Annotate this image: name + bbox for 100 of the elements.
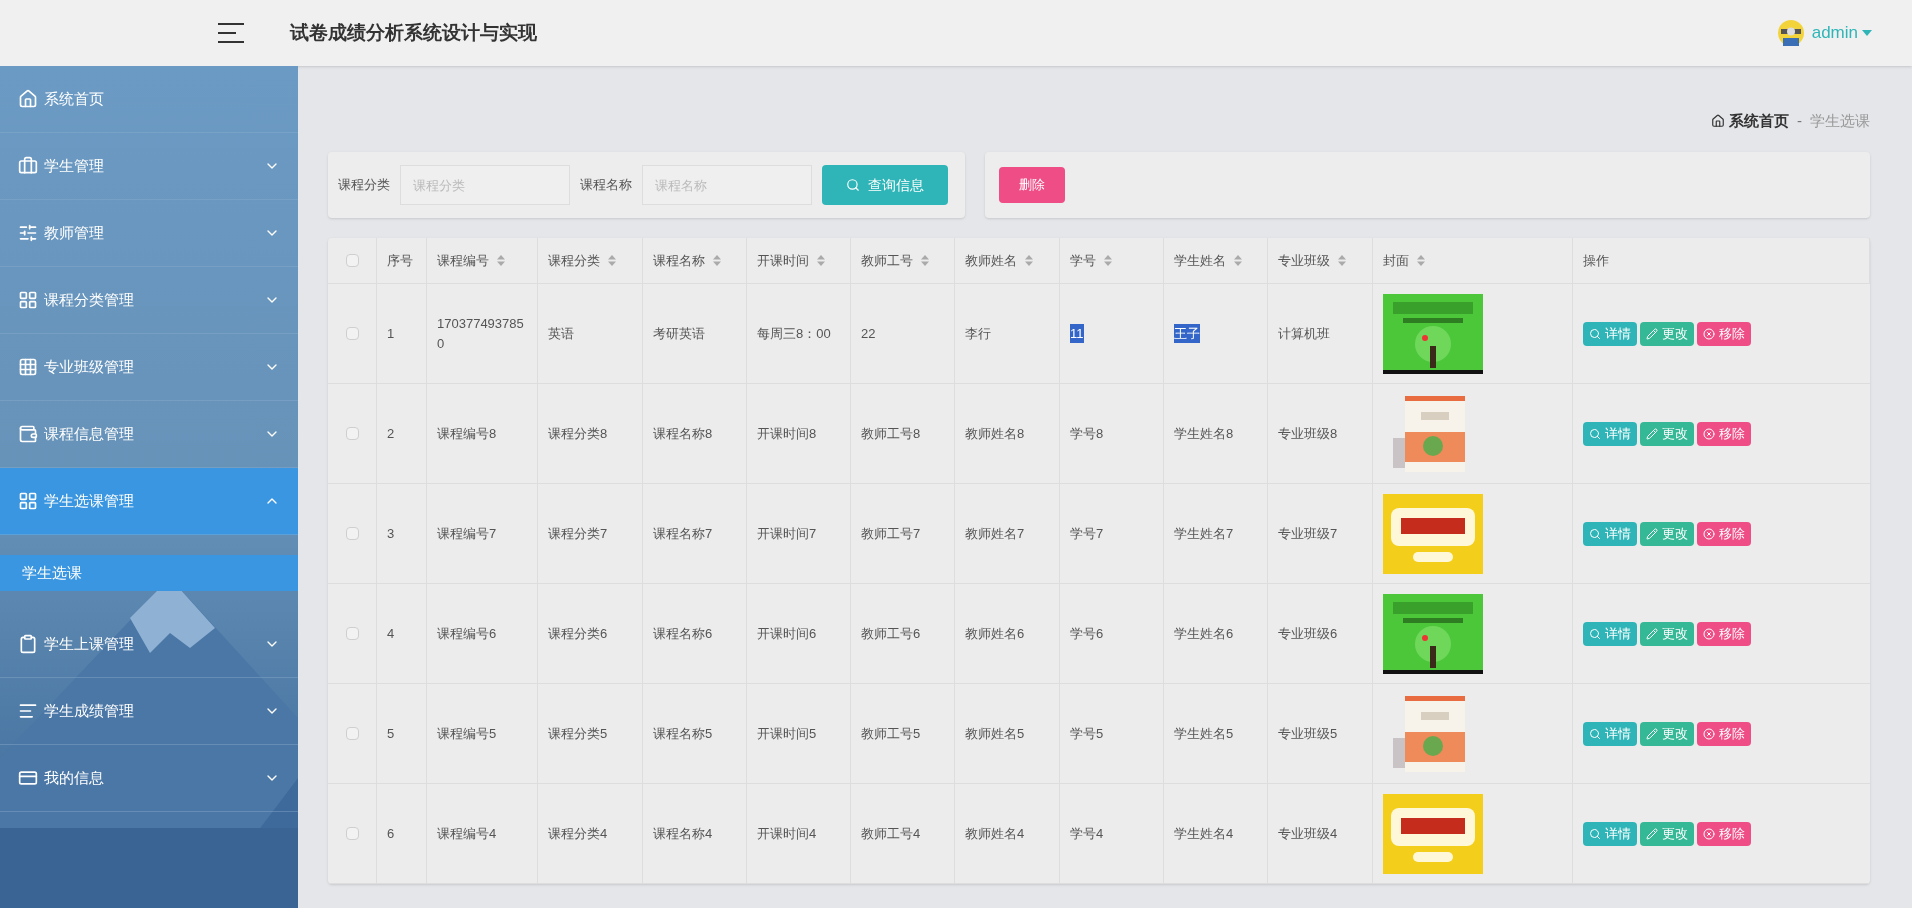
view-button[interactable]: 详情 bbox=[1583, 421, 1637, 446]
column-header[interactable]: 教师工号 bbox=[861, 250, 929, 271]
column-header: 操作 bbox=[1583, 251, 1609, 270]
column-header[interactable]: 开课时间 bbox=[757, 250, 825, 271]
pencil-icon bbox=[1646, 327, 1658, 340]
table-cell-text: 李行 bbox=[965, 324, 991, 343]
sidebar-item[interactable]: 学生管理 bbox=[0, 133, 298, 200]
table-cell-text: 考研英语 bbox=[653, 324, 705, 343]
search-icon bbox=[1589, 327, 1601, 340]
search-icon bbox=[1589, 627, 1601, 640]
table-cell-text: 学号8 bbox=[1070, 424, 1104, 443]
search-icon bbox=[1589, 727, 1601, 740]
close-circle-icon bbox=[1703, 327, 1715, 340]
table-cell-text: 专业班级4 bbox=[1278, 824, 1338, 843]
remove-button[interactable]: 移除 bbox=[1697, 721, 1751, 746]
briefcase-icon bbox=[18, 156, 38, 176]
table-cell-text: 课程编号6 bbox=[437, 624, 497, 643]
table-cell-text: 1703774937850 bbox=[437, 315, 525, 353]
view-button[interactable]: 详情 bbox=[1583, 621, 1637, 646]
table-cell-text: 开课时间7 bbox=[757, 524, 817, 543]
edit-button[interactable]: 更改 bbox=[1640, 721, 1694, 746]
caret-icon bbox=[1862, 30, 1872, 36]
column-header[interactable]: 课程编号 bbox=[437, 250, 505, 271]
edit-button[interactable]: 更改 bbox=[1640, 821, 1694, 846]
remove-button[interactable]: 移除 bbox=[1697, 621, 1751, 646]
close-circle-icon bbox=[1703, 627, 1715, 640]
table-cell-text: 课程分类7 bbox=[548, 524, 608, 543]
table-cell-text: 学生姓名5 bbox=[1174, 724, 1234, 743]
breadcrumb-current: 学生选课 bbox=[1810, 110, 1870, 131]
table-cell-text: 专业班级7 bbox=[1278, 524, 1338, 543]
sidebar-item[interactable]: 学生选课管理 bbox=[0, 468, 298, 535]
sort-icon[interactable] bbox=[921, 255, 929, 266]
table-cell-text: 教师工号7 bbox=[861, 524, 921, 543]
table-cell-text: 开课时间8 bbox=[757, 424, 817, 443]
checkbox[interactable] bbox=[345, 827, 359, 840]
sort-icon[interactable] bbox=[713, 255, 721, 266]
edit-button[interactable]: 更改 bbox=[1640, 421, 1694, 446]
sidebar-subitem[interactable]: 学生选课 bbox=[0, 555, 298, 591]
checkbox[interactable] bbox=[345, 727, 359, 740]
edit-button[interactable]: 更改 bbox=[1640, 621, 1694, 646]
table-cell-text: 开课时间6 bbox=[757, 624, 817, 643]
column-header[interactable]: 封面 bbox=[1383, 250, 1425, 271]
close-circle-icon bbox=[1703, 827, 1715, 840]
sort-icon[interactable] bbox=[1104, 255, 1112, 266]
sidebar-item[interactable]: 系统首页 bbox=[0, 66, 298, 133]
remove-button[interactable]: 移除 bbox=[1697, 421, 1751, 446]
column-header[interactable]: 专业班级 bbox=[1278, 250, 1346, 271]
search-icon bbox=[1589, 527, 1601, 540]
grid-icon bbox=[18, 290, 38, 310]
edit-button[interactable]: 更改 bbox=[1640, 321, 1694, 346]
close-circle-icon bbox=[1703, 727, 1715, 740]
edit-button[interactable]: 更改 bbox=[1640, 521, 1694, 546]
column-header[interactable]: 教师姓名 bbox=[965, 250, 1033, 271]
search-button[interactable]: 查询信息 bbox=[822, 165, 948, 205]
home-icon bbox=[1711, 114, 1725, 128]
table-cell-text: 22 bbox=[861, 324, 876, 343]
table-cell-text: 教师姓名4 bbox=[965, 824, 1025, 843]
sidebar-item[interactable]: 学生成绩管理 bbox=[0, 678, 298, 745]
view-button[interactable]: 详情 bbox=[1583, 321, 1637, 346]
checkbox[interactable] bbox=[345, 627, 359, 640]
sort-icon[interactable] bbox=[1417, 255, 1425, 266]
table-cell-text: 每周三8：00 bbox=[757, 324, 831, 343]
sort-icon[interactable] bbox=[1025, 255, 1033, 266]
checkbox[interactable] bbox=[345, 427, 359, 440]
breadcrumb-link[interactable]: 系统首页 bbox=[1729, 109, 1789, 133]
view-button[interactable]: 详情 bbox=[1583, 821, 1637, 846]
sidebar-item[interactable]: 我的信息 bbox=[0, 745, 298, 812]
table-cell-text: 课程编号4 bbox=[437, 824, 497, 843]
sort-icon[interactable] bbox=[608, 255, 616, 266]
sort-icon[interactable] bbox=[1234, 255, 1242, 266]
menu-icon[interactable] bbox=[218, 22, 244, 44]
breadcrumb-separator: - bbox=[1797, 110, 1802, 131]
view-button[interactable]: 详情 bbox=[1583, 721, 1637, 746]
sort-icon[interactable] bbox=[817, 255, 825, 266]
checkbox[interactable] bbox=[345, 254, 359, 267]
column-header[interactable]: 学生姓名 bbox=[1174, 250, 1242, 271]
table-cell-text: 课程名称8 bbox=[653, 424, 713, 443]
user-menu[interactable]: admin bbox=[1811, 20, 1872, 46]
delete-button[interactable]: 删除 bbox=[999, 167, 1065, 203]
table-cell: 11 bbox=[1070, 323, 1084, 344]
remove-button[interactable]: 移除 bbox=[1697, 521, 1751, 546]
view-button[interactable]: 详情 bbox=[1583, 521, 1637, 546]
remove-button[interactable]: 移除 bbox=[1697, 321, 1751, 346]
table-cell-text: 4 bbox=[387, 624, 395, 643]
table-cell-text: 学号7 bbox=[1070, 524, 1104, 543]
sidebar-item[interactable]: 专业班级管理 bbox=[0, 334, 298, 401]
checkbox[interactable] bbox=[345, 527, 359, 540]
table-cell-text: 教师工号5 bbox=[861, 724, 921, 743]
sort-icon[interactable] bbox=[497, 255, 505, 266]
column-header[interactable]: 学号 bbox=[1070, 250, 1112, 271]
wallet-icon bbox=[18, 424, 38, 444]
remove-button[interactable]: 移除 bbox=[1697, 821, 1751, 846]
sidebar-item[interactable]: 学生上课管理 bbox=[0, 611, 298, 678]
checkbox[interactable] bbox=[345, 327, 359, 340]
sort-icon[interactable] bbox=[1338, 255, 1346, 266]
column-header[interactable]: 课程名称 bbox=[653, 250, 721, 271]
table-cell-text: 课程名称4 bbox=[653, 824, 713, 843]
sidebar-item[interactable]: 课程分类管理 bbox=[0, 267, 298, 334]
column-header[interactable]: 课程分类 bbox=[548, 250, 616, 271]
sidebar-item[interactable]: 教师管理 bbox=[0, 200, 298, 267]
